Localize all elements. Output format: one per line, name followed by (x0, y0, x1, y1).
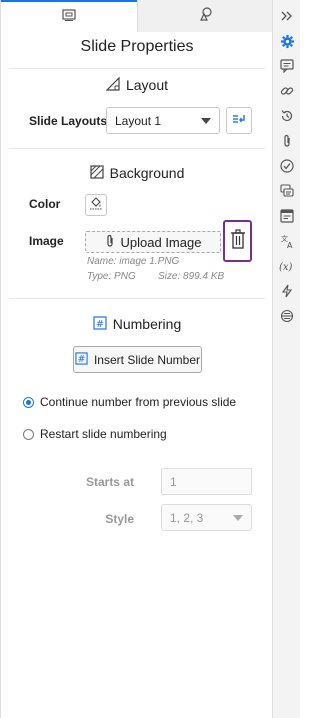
variable-icon[interactable]: (x) (279, 258, 295, 274)
numbering-icon: # (93, 315, 107, 333)
divider (9, 68, 265, 69)
collapse-icon[interactable] (279, 8, 295, 24)
image-name: Name: image 1.PNG (87, 256, 180, 267)
layout-heading-text: Layout (125, 77, 169, 93)
insert-slide-number-label: Insert Slide Number (93, 352, 201, 367)
svg-text:(x): (x) (279, 262, 293, 273)
slide-layouts-label: Slide Layouts (29, 114, 108, 128)
color-label: Color (29, 197, 61, 211)
radio-button[interactable] (23, 428, 34, 440)
radio-continue-numbering[interactable]: Continue number from previous slide (23, 395, 236, 409)
upload-image-label: Upload Image (120, 234, 202, 250)
insert-slide-number-button[interactable]: # Insert Slide Number (73, 346, 202, 373)
background-heading-text: Background (109, 165, 185, 181)
lightning-icon[interactable] (279, 283, 295, 299)
layout-heading: Layout (1, 76, 273, 94)
upload-image-button[interactable]: Upload Image (85, 231, 221, 253)
divider (9, 298, 265, 299)
right-icon-rail: 文A (x) (272, 0, 300, 718)
gear-icon[interactable] (279, 33, 295, 49)
tab-slide[interactable] (1, 0, 137, 32)
style-select[interactable]: 1, 2, 3 (161, 504, 252, 531)
color-picker-button[interactable] (85, 194, 107, 216)
background-icon (90, 164, 104, 182)
chevron-down-icon (233, 514, 243, 521)
radio-label: Restart slide numbering (40, 427, 167, 441)
starts-at-value: 1 (170, 474, 177, 489)
tab-shapes[interactable] (137, 0, 273, 32)
numbering-heading-text: Numbering (112, 316, 182, 332)
slide-layouts-value: Layout 1 (115, 113, 162, 128)
svg-text:#: # (78, 354, 86, 365)
image-size: Size: 899.4 KB (158, 271, 225, 282)
style-label: Style (105, 512, 134, 526)
attachment-icon[interactable] (279, 133, 295, 149)
slide-icon (62, 8, 76, 26)
starts-at-label: Starts at (85, 475, 134, 489)
apply-layout-icon (232, 112, 246, 130)
delete-image-button[interactable] (223, 220, 252, 262)
comment-icon[interactable] (279, 58, 295, 74)
radio-restart-numbering[interactable]: Restart slide numbering (23, 427, 167, 441)
image-label: Image (29, 234, 64, 248)
numbering-heading: # Numbering (1, 315, 273, 333)
svg-text:A: A (287, 241, 293, 249)
properties-panel: Slide Properties Layout Slide Layouts La… (0, 0, 273, 718)
panel-tabs (1, 0, 273, 32)
style-value: 1, 2, 3 (170, 510, 204, 525)
page-title: Slide Properties (80, 38, 194, 55)
radio-button[interactable] (23, 396, 34, 408)
apply-layout-button[interactable] (226, 107, 252, 134)
numbering-icon: # (75, 351, 88, 368)
paperclip-icon (105, 234, 115, 251)
chat-icon[interactable] (279, 183, 295, 199)
link-icon[interactable] (279, 83, 295, 99)
radio-label: Continue number from previous slide (40, 395, 237, 409)
settings-panel-icon[interactable] (279, 308, 295, 324)
trash-icon (230, 228, 246, 254)
slide-layouts-select[interactable]: Layout 1 (106, 107, 220, 134)
translate-icon[interactable]: 文A (279, 233, 295, 249)
svg-text:#: # (96, 319, 104, 330)
layout-icon (105, 76, 120, 94)
notes-icon[interactable] (279, 208, 295, 224)
divider (9, 148, 265, 149)
shapes-icon (199, 6, 213, 26)
background-heading: Background (1, 164, 273, 182)
starts-at-field[interactable]: 1 (161, 468, 252, 495)
check-icon[interactable] (279, 158, 295, 174)
image-type: Type: PNG (87, 271, 136, 282)
history-icon[interactable] (279, 108, 295, 124)
paint-bucket-icon (89, 196, 103, 215)
chevron-down-icon (201, 117, 211, 124)
